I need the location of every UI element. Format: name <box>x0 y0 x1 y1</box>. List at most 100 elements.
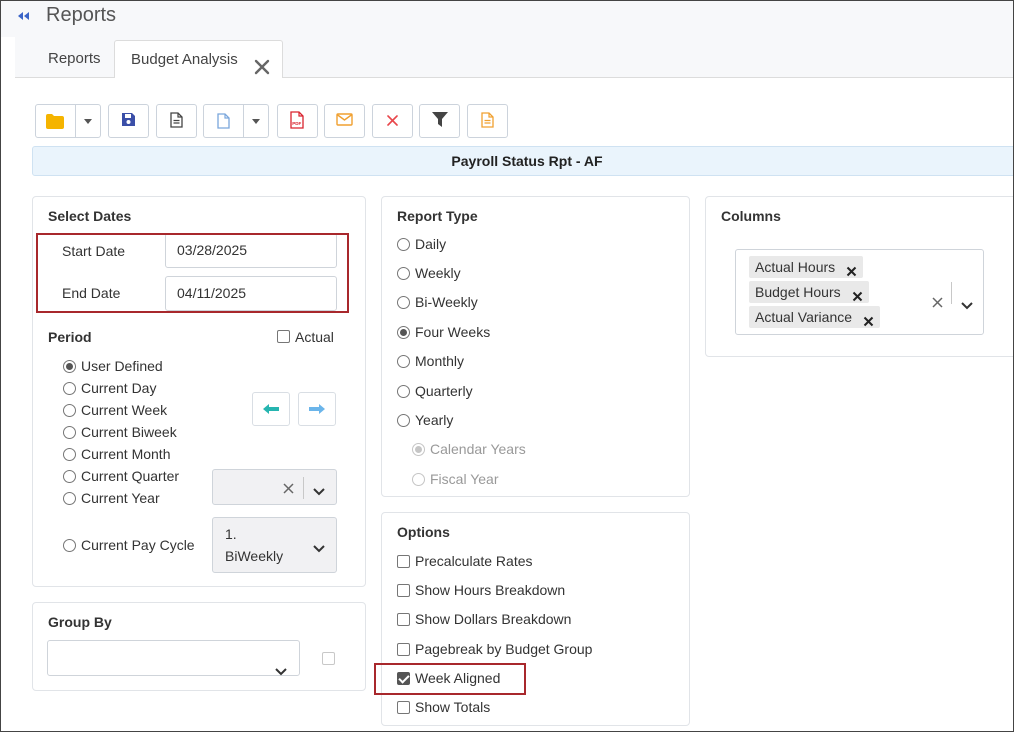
group-by-panel: Group By <box>32 602 366 691</box>
select-divider <box>303 477 304 499</box>
arrow-right-icon <box>309 401 325 417</box>
actual-checkbox[interactable] <box>277 330 290 343</box>
new-document-icon[interactable] <box>204 105 243 137</box>
app-window: Reports Reports Budget Analysis PDF Payr… <box>0 0 1014 732</box>
radio-fiscal-year[interactable] <box>412 473 425 486</box>
pay-cycle-value-line1: 1. <box>225 526 237 542</box>
chevron-down-icon[interactable] <box>74 105 100 137</box>
radio-current-pay-cycle[interactable] <box>63 539 76 552</box>
chevron-down-icon[interactable] <box>313 540 325 556</box>
email-icon <box>336 113 353 129</box>
columns-multiselect[interactable]: Actual Hours Budget Hours Actual Varianc… <box>735 249 984 335</box>
radio-quarterly[interactable] <box>397 385 410 398</box>
period-option-label: Current Week <box>81 402 168 418</box>
radio-current-year[interactable] <box>63 492 76 505</box>
column-chip-label: Budget Hours <box>755 284 841 300</box>
chevron-down-icon[interactable] <box>313 483 325 499</box>
pdf-icon: PDF <box>290 110 305 132</box>
filter-button[interactable] <box>419 104 460 138</box>
period-option-label: Current Quarter <box>81 468 180 484</box>
radio-yearly[interactable] <box>397 414 410 427</box>
period-select[interactable] <box>212 469 337 505</box>
collapse-double-chevron-icon[interactable] <box>15 8 31 24</box>
folder-icon[interactable] <box>36 105 75 137</box>
radio-four-weeks[interactable] <box>397 326 410 339</box>
next-period-button[interactable] <box>298 392 336 426</box>
pay-cycle-value-line2: BiWeekly <box>225 548 284 564</box>
save-icon <box>121 112 136 130</box>
radio-bi-weekly[interactable] <box>397 296 410 309</box>
pdf-button[interactable]: PDF <box>277 104 318 138</box>
remove-icon[interactable] <box>846 261 857 277</box>
checkbox-show-hours-breakdown[interactable] <box>397 584 410 597</box>
select-dates-title: Select Dates <box>48 208 132 224</box>
tab-budget-analysis[interactable]: Budget Analysis <box>114 40 283 79</box>
radio-current-day[interactable] <box>63 382 76 395</box>
delete-icon <box>387 113 398 129</box>
report-type-option-label: Yearly <box>415 412 454 428</box>
notes-button[interactable] <box>467 104 508 138</box>
clear-icon[interactable] <box>932 287 943 320</box>
page-title: Reports <box>46 4 117 26</box>
radio-current-quarter[interactable] <box>63 470 76 483</box>
checkbox-show-dollars-breakdown[interactable] <box>397 613 410 626</box>
columns-title: Columns <box>721 208 781 224</box>
report-type-option-label: Quarterly <box>415 383 473 399</box>
chevron-down-icon[interactable] <box>961 289 973 322</box>
remove-icon[interactable] <box>863 311 874 327</box>
column-chip-label: Actual Hours <box>755 259 836 275</box>
report-type-option-label: Daily <box>415 236 447 252</box>
group-by-checkbox[interactable] <box>322 652 335 665</box>
report-type-option-label: Monthly <box>415 353 465 369</box>
arrow-left-icon <box>263 401 279 417</box>
period-option-label: Current Biweek <box>81 424 177 440</box>
save-button[interactable] <box>108 104 149 138</box>
report-type-panel: Report Type Daily Weekly Bi-Weekly Four … <box>381 196 690 497</box>
option-label: Show Dollars Breakdown <box>415 611 572 627</box>
filter-icon <box>431 112 448 130</box>
export-split-button[interactable] <box>203 104 269 138</box>
option-label: Show Totals <box>415 699 491 715</box>
checkbox-precalculate-rates[interactable] <box>397 555 410 568</box>
report-type-option-label: Four Weeks <box>415 324 491 340</box>
group-by-select[interactable] <box>47 640 300 676</box>
report-type-option-label: Bi-Weekly <box>415 294 478 310</box>
view-report-button[interactable] <box>156 104 197 138</box>
period-option-label: Current Month <box>81 446 171 462</box>
document-icon <box>170 111 183 131</box>
close-icon[interactable] <box>254 52 270 75</box>
clear-icon[interactable] <box>283 481 294 497</box>
option-label: Precalculate Rates <box>415 553 533 569</box>
open-split-button[interactable] <box>35 104 101 138</box>
page-header: Reports <box>1 1 1013 37</box>
checkbox-show-totals[interactable] <box>397 701 410 714</box>
remove-icon[interactable] <box>852 286 863 302</box>
period-option-label: Current Year <box>81 490 160 506</box>
report-type-sub-option-label: Calendar Years <box>430 441 526 457</box>
radio-current-biweek[interactable] <box>63 426 76 439</box>
checkbox-pagebreak-by-budget-group[interactable] <box>397 643 410 656</box>
chevron-down-icon[interactable] <box>242 105 268 137</box>
option-label: Pagebreak by Budget Group <box>415 641 593 657</box>
notes-icon <box>481 111 494 131</box>
radio-current-month[interactable] <box>63 448 76 461</box>
radio-user-defined[interactable] <box>63 360 76 373</box>
radio-daily[interactable] <box>397 238 410 251</box>
radio-monthly[interactable] <box>397 355 410 368</box>
tab-reports[interactable]: Reports <box>32 40 117 79</box>
delete-button[interactable] <box>372 104 413 138</box>
period-option-label: Current Day <box>81 380 157 396</box>
radio-current-week[interactable] <box>63 404 76 417</box>
report-type-option-label: Weekly <box>415 265 461 281</box>
column-chip: Actual Variance <box>749 306 881 328</box>
group-by-title: Group By <box>48 614 112 630</box>
column-chip-label: Actual Variance <box>755 309 853 325</box>
email-button[interactable] <box>324 104 365 138</box>
pay-cycle-select[interactable]: 1. BiWeekly <box>212 517 337 573</box>
radio-calendar-years[interactable] <box>412 443 425 456</box>
tab-budget-analysis-label: Budget Analysis <box>131 51 238 68</box>
radio-weekly[interactable] <box>397 267 410 280</box>
report-title: Payroll Status Rpt - AF <box>32 146 1013 176</box>
report-type-sub-option-label: Fiscal Year <box>430 471 499 487</box>
previous-period-button[interactable] <box>252 392 290 426</box>
